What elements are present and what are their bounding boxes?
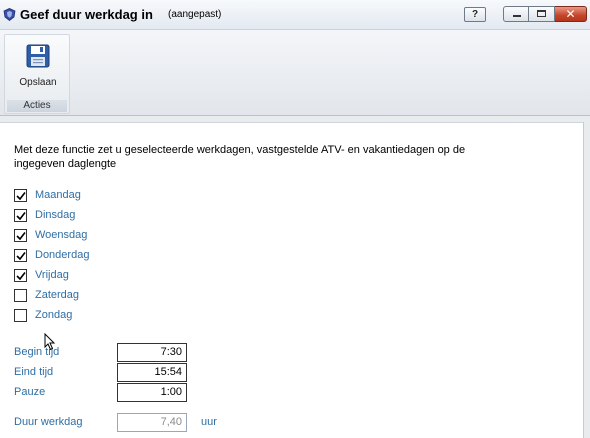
- sunday-label: Zondag: [35, 309, 73, 321]
- duration-field: 7,40: [117, 413, 187, 432]
- intro-text: Met deze functie zet u geselecteerde wer…: [14, 144, 466, 170]
- close-icon: ✕: [565, 7, 576, 21]
- window-title: Geef duur werkdag in: [20, 7, 153, 22]
- minimize-icon: [513, 15, 521, 17]
- friday-label: Vrijdag: [35, 269, 69, 281]
- ribbon: Opslaan Acties: [0, 30, 590, 116]
- tuesday-label: Dinsdag: [35, 209, 76, 221]
- ribbon-group-label: Acties: [7, 100, 67, 112]
- begin-time-input[interactable]: 7:30: [117, 343, 187, 362]
- checkmark-icon: [16, 192, 26, 201]
- monday-label: Maandag: [35, 189, 81, 201]
- save-button-label: Opslaan: [19, 77, 57, 88]
- mouse-cursor-icon: [44, 333, 56, 351]
- pause-input[interactable]: 1:00: [117, 383, 187, 402]
- maximize-button[interactable]: [529, 6, 555, 22]
- duration-label: Duur werkdag: [14, 416, 83, 428]
- saturday-checkbox[interactable]: [14, 289, 27, 302]
- tuesday-checkbox[interactable]: [14, 209, 27, 222]
- friday-checkbox[interactable]: [14, 269, 27, 282]
- saturday-label: Zaterdag: [35, 289, 80, 301]
- end-time-label: Eind tijd: [14, 366, 54, 378]
- ribbon-group-actions: Opslaan Acties: [4, 34, 70, 114]
- checkmark-icon: [16, 272, 26, 281]
- minimize-button[interactable]: [503, 6, 529, 22]
- checkmark-icon: [16, 252, 26, 261]
- monday-checkbox[interactable]: [14, 189, 27, 202]
- title-bar: Geef duur werkdag in (aangepast) ? ✕: [0, 0, 590, 30]
- duration-unit: uur: [201, 416, 217, 428]
- sunday-checkbox[interactable]: [14, 309, 27, 322]
- floppy-disk-icon: [26, 44, 50, 68]
- end-time-input[interactable]: 15:54: [117, 363, 187, 382]
- checkmark-icon: [16, 212, 26, 221]
- dialog-content: Met deze functie zet u geselecteerde wer…: [0, 122, 583, 438]
- save-button[interactable]: Opslaan: [13, 39, 63, 91]
- thursday-checkbox[interactable]: [14, 249, 27, 262]
- wednesday-label: Woensdag: [35, 229, 88, 241]
- window-subtitle: (aangepast): [168, 9, 222, 20]
- help-button[interactable]: ?: [464, 7, 486, 22]
- thursday-label: Donderdag: [35, 249, 90, 261]
- app-icon: [3, 8, 16, 21]
- checkmark-icon: [16, 232, 26, 241]
- pause-label: Pauze: [14, 386, 46, 398]
- window-right-edge: [583, 122, 590, 438]
- maximize-icon: [537, 10, 546, 17]
- wednesday-checkbox[interactable]: [14, 229, 27, 242]
- close-button[interactable]: ✕: [555, 6, 587, 22]
